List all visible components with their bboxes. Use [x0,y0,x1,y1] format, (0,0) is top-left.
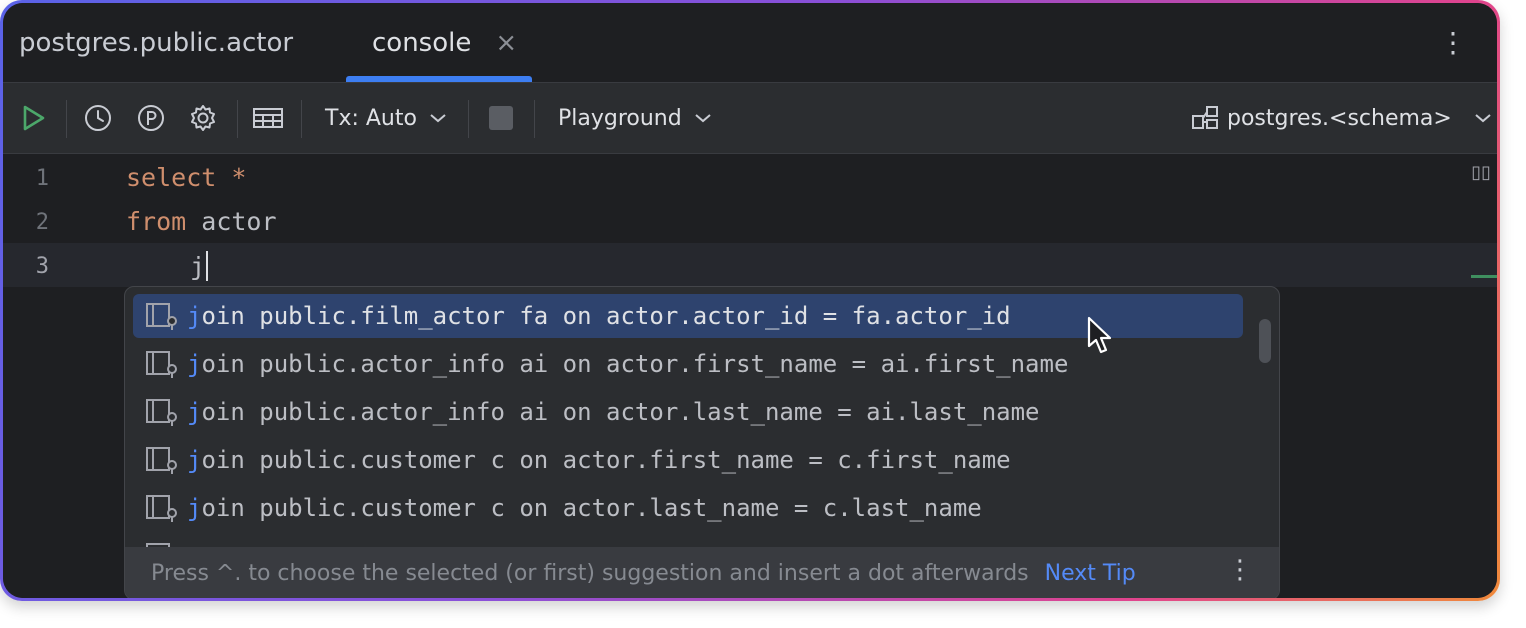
line-number: 1 [35,166,49,191]
active-tab-indicator [346,76,532,82]
gear-icon [191,105,215,131]
code-line[interactable]: from actor [126,207,277,236]
chevron-down-icon [1475,114,1491,123]
toolbar-divider [237,100,238,138]
window-frame: postgres.public.actor console × ⋮ Tx: Au… [0,0,1500,601]
tab-console[interactable]: console × [346,3,532,82]
table-icon [253,108,283,128]
toolbar-divider [534,100,535,138]
toolbar-divider [66,100,67,138]
text-cursor [206,251,209,281]
current-line-highlight [3,243,1497,287]
code-text: * [216,163,247,192]
schema-label: postgres.<schema> [1227,105,1452,131]
tip-text: Press ^. to choose the selected (or firs… [151,560,1029,586]
sql-keyword: from [126,207,187,236]
join-suggestion-icon [146,495,177,522]
parameters-icon [138,105,164,131]
completion-item[interactable]: j oin public.customer c on actor.last_nam… [133,486,1243,530]
suggestion-text: oin public.actor_info ai on actor.first_… [201,350,1069,378]
run-button[interactable] [19,83,47,153]
parameters-button[interactable] [136,83,166,153]
code-line[interactable]: j [190,251,209,281]
next-tip-link[interactable]: Next Tip [1045,561,1136,586]
schema-selector[interactable]: postgres.<schema> [1191,83,1492,153]
completion-item[interactable]: j oin public.actor_info ai on actor.last_… [133,390,1243,434]
transaction-mode-dropdown[interactable]: Tx: Auto [325,83,447,153]
match-text: j [187,350,202,378]
suggestion-text: oin public.actor_info ai on actor.last_n… [201,398,1040,426]
join-suggestion-icon [146,351,177,378]
ide-window: postgres.public.actor console × ⋮ Tx: Au… [3,3,1497,598]
suggestion-text: oin public.customer c on actor.first_nam… [201,446,1011,474]
change-marker [1471,275,1497,278]
suggestion-text: oin public.film_actor fa on actor.actor_… [201,302,1011,330]
close-icon[interactable]: × [495,28,517,58]
join-suggestion-icon [146,399,177,426]
join-suggestion-icon [146,447,177,474]
schema-icon [1192,106,1218,129]
line-number: 3 [35,254,49,279]
completion-item[interactable]: j oin public.film_actor fa on actor.actor… [133,294,1243,338]
tab-bar: postgres.public.actor console × ⋮ [3,3,1497,83]
match-text: j [187,302,202,330]
stop-button[interactable] [488,83,514,153]
completion-footer: Press ^. to choose the selected (or firs… [125,547,1279,598]
completion-item[interactable]: j oin public.customer c on actor.first_na… [133,438,1243,482]
chevron-down-icon [430,114,446,123]
code-text: j [190,252,206,281]
history-icon [85,105,111,131]
table-view-button[interactable] [252,83,284,153]
settings-button[interactable] [188,83,218,153]
line-number: 2 [35,210,49,235]
suggestion-text: oin public.customer c on actor.last_name… [201,494,982,522]
stop-icon [489,106,513,130]
match-text: j [187,398,202,426]
completion-item[interactable]: j oin public.actor_info ai on actor.first… [133,342,1243,386]
more-options-icon[interactable]: ⋮ [1227,555,1253,585]
match-text: j [187,446,202,474]
popup-scrollbar[interactable] [1259,319,1271,363]
transaction-mode-label: Tx: Auto [325,105,417,131]
mouse-pointer-icon [1087,316,1112,354]
code-text: actor [186,207,277,236]
more-options-icon[interactable]: ⋮ [1439,23,1467,63]
tab-postgres-public-actor[interactable]: postgres.public.actor [19,3,293,82]
toolbar: Tx: Auto Playground postgres.<schema> [3,83,1497,154]
sql-keyword: select [126,163,217,192]
chevron-down-icon [695,114,711,123]
code-line[interactable]: select * [126,163,246,192]
join-suggestion-icon [146,303,177,330]
mode-label: Playground [558,105,682,131]
toolbar-divider [301,100,302,138]
match-text: j [187,494,202,522]
reader-mode-icon[interactable]: ▯▯ [1471,162,1491,183]
run-icon [23,105,45,131]
toolbar-divider [468,100,469,138]
tab-label: console [372,27,472,58]
history-button[interactable] [83,83,113,153]
tab-label: postgres.public.actor [19,27,294,58]
mode-dropdown[interactable]: Playground [558,83,712,153]
